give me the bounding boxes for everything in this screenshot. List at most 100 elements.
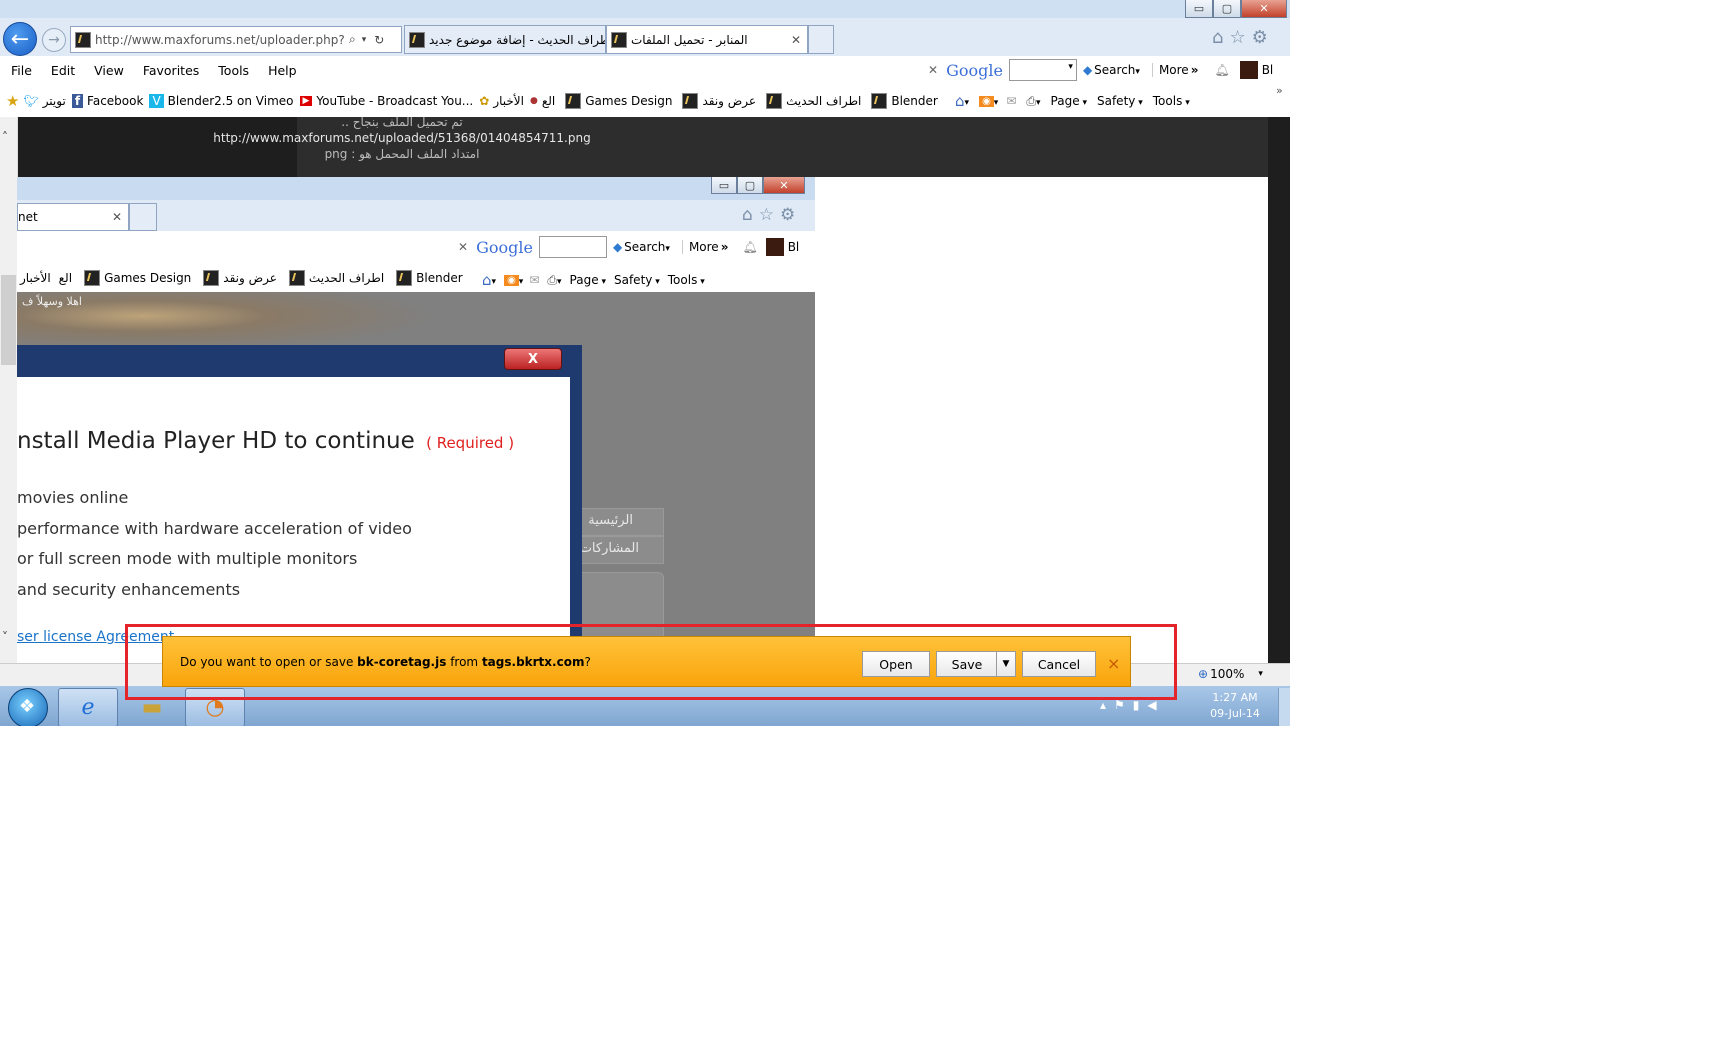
feature-item: or full screen mode with multiple monito… <box>17 549 358 568</box>
tray-expand-icon[interactable]: ▴ <box>1100 698 1114 712</box>
menu-tools[interactable]: Tools <box>218 63 249 78</box>
fav-label: Games Design <box>585 94 673 108</box>
google-logo: Google <box>476 237 533 257</box>
safety-menu[interactable]: Safety <box>1097 94 1143 108</box>
fav-arabiya[interactable]: ● الع <box>530 94 555 108</box>
menu-view[interactable]: View <box>94 63 124 78</box>
print-dropdown-icon[interactable] <box>1036 94 1041 108</box>
tab-add-topic[interactable]: اطراف الحديث - إضافة موضوع جديد <box>404 25 606 54</box>
home-icon[interactable]: ⌂ <box>955 92 965 110</box>
toolbar-overflow-icon[interactable]: » <box>1276 84 1283 97</box>
home-dropdown-icon[interactable] <box>965 94 970 108</box>
google-toolbar: ✕ Google ▾ ◆ Search More » 🔔︎ Bl <box>928 56 1273 84</box>
vimeo-icon: V <box>149 94 164 108</box>
search-dropdown-icon <box>665 240 670 254</box>
refresh-icon[interactable]: ↻ <box>374 33 384 47</box>
site-favicon-icon <box>766 93 783 109</box>
safety-label: Safety <box>614 273 660 287</box>
menu-favorites[interactable]: Favorites <box>143 63 199 78</box>
dropdown-icon <box>492 273 497 287</box>
fav-label: اطراف الحديث <box>308 271 385 285</box>
screen: ▭ ▢ ✕ ← → http://www.maxforums.net/uploa… <box>0 0 1290 726</box>
avatar <box>765 238 784 256</box>
fav-vimeo[interactable]: V Blender2.5 on Vimeo <box>149 94 294 108</box>
minimize-button[interactable]: ▭ <box>1185 0 1213 18</box>
user-name[interactable]: Bl <box>1262 63 1274 77</box>
embedded-tab: net ✕ <box>17 203 129 231</box>
menu-edit[interactable]: Edit <box>51 63 75 78</box>
rss-dropdown-icon[interactable] <box>994 94 999 108</box>
scroll-up-icon[interactable]: ˄ <box>2 130 8 144</box>
page-menu[interactable]: Page <box>1051 94 1087 108</box>
more-button[interactable]: More <box>1151 63 1189 77</box>
system-clock[interactable]: 1:27 AM 09-Jul-14 <box>1200 690 1270 722</box>
google-search-button[interactable]: Search <box>1094 63 1135 77</box>
fav-games-design[interactable]: Games Design <box>561 93 672 109</box>
address-bar[interactable]: http://www.maxforums.net/uploader.php?do… <box>70 26 402 53</box>
menu-file[interactable]: File <box>11 63 32 78</box>
embedded-side-item: المشاركات <box>572 536 664 564</box>
fav-atraf[interactable]: اطراف الحديث <box>762 93 861 109</box>
gear-icon[interactable]: ⚙ <box>1252 27 1274 48</box>
start-button[interactable]: ❖ <box>8 688 48 726</box>
add-favorites-star-icon[interactable]: ★ <box>6 92 19 110</box>
dialog-close-button[interactable]: X <box>504 348 562 370</box>
tab-favicon-icon <box>409 31 425 48</box>
tab-close-icon[interactable]: ✕ <box>791 33 801 47</box>
embedded-tab-label: net <box>18 210 38 224</box>
site-favicon-icon <box>84 270 101 286</box>
fav-youtube[interactable]: ▶ YouTube - Broadcast You... <box>299 94 473 108</box>
star-icon: ☆ <box>758 205 781 225</box>
network-icon[interactable]: ▮ <box>1133 698 1148 712</box>
volume-icon[interactable]: ◀ <box>1147 698 1164 712</box>
google-search-label: Search <box>624 240 666 254</box>
fav-news[interactable]: ✿ الأخبار <box>479 94 524 108</box>
fav-blender[interactable]: Blender <box>867 93 938 109</box>
internet-explorer-icon: e <box>81 695 95 720</box>
zoom-dropdown-icon[interactable]: ▾ <box>1258 669 1263 679</box>
site-favicon-icon <box>288 270 305 286</box>
more-chevron-icon[interactable]: » <box>1191 63 1199 77</box>
tools-menu[interactable]: Tools <box>1153 94 1190 108</box>
fav-review[interactable]: عرض ونقد <box>678 93 756 109</box>
print-icon[interactable]: ⎙ <box>1026 94 1036 109</box>
search-icon[interactable]: ⌕ <box>349 32 356 47</box>
forward-button[interactable]: → <box>42 28 66 52</box>
site-favicon-icon <box>396 270 413 286</box>
home-icon[interactable]: ⌂ <box>1212 27 1229 48</box>
new-tab-button[interactable] <box>808 25 834 54</box>
tab-upload-files[interactable]: المنابر - تحميل الملفات ✕ <box>606 25 808 54</box>
search-dropdown-icon[interactable] <box>1135 63 1140 77</box>
show-desktop-button[interactable] <box>1278 688 1290 726</box>
zoom-control[interactable]: ⊕ 100% ▾ <box>1198 667 1263 681</box>
avatar[interactable] <box>1239 61 1258 79</box>
embedded-greeting: اهلا وسهلاً ف <box>22 295 82 308</box>
restore-button[interactable]: ▢ <box>1213 0 1241 18</box>
flag-icon[interactable]: ⚑ <box>1114 698 1133 712</box>
taskbar-ie[interactable]: e <box>58 688 118 726</box>
back-button[interactable]: ← <box>3 22 37 56</box>
rss-icon[interactable]: ◉ <box>979 95 994 107</box>
site-favicon-icon <box>682 93 699 109</box>
uploaded-file-url[interactable]: http://www.maxforums.net/uploaded/51368/… <box>212 130 592 146</box>
fav-facebook[interactable]: f Facebook <box>71 94 143 108</box>
side-menu-posts: المشاركات <box>579 541 639 556</box>
bell-icon[interactable]: 🔔︎ <box>1214 63 1229 77</box>
fav-label: تويتر <box>42 94 66 108</box>
menu-help[interactable]: Help <box>268 63 297 78</box>
google-search-input[interactable]: ▾ <box>1008 59 1077 81</box>
mail-icon[interactable]: ✉ <box>1006 94 1016 108</box>
scroll-down-icon[interactable]: ˅ <box>2 630 8 644</box>
page-label: Page <box>570 273 606 287</box>
more-chevron-icon: » <box>720 240 729 254</box>
clock-time: 1:27 AM <box>1212 691 1258 704</box>
vertical-scrollbar[interactable] <box>0 117 18 663</box>
toolbar-close-icon[interactable]: ✕ <box>928 63 938 77</box>
close-window-button[interactable]: ✕ <box>1241 0 1287 18</box>
dropdown-icon[interactable]: ▾ <box>362 35 367 45</box>
fav-twitter[interactable]: 🐦︎ تويتر <box>23 94 65 108</box>
fav-label: عرض ونقد <box>223 271 277 285</box>
arabiya-icon: ● <box>529 96 538 106</box>
star-icon[interactable]: ☆ <box>1229 27 1251 48</box>
scrollbar-thumb[interactable] <box>1 275 16 365</box>
